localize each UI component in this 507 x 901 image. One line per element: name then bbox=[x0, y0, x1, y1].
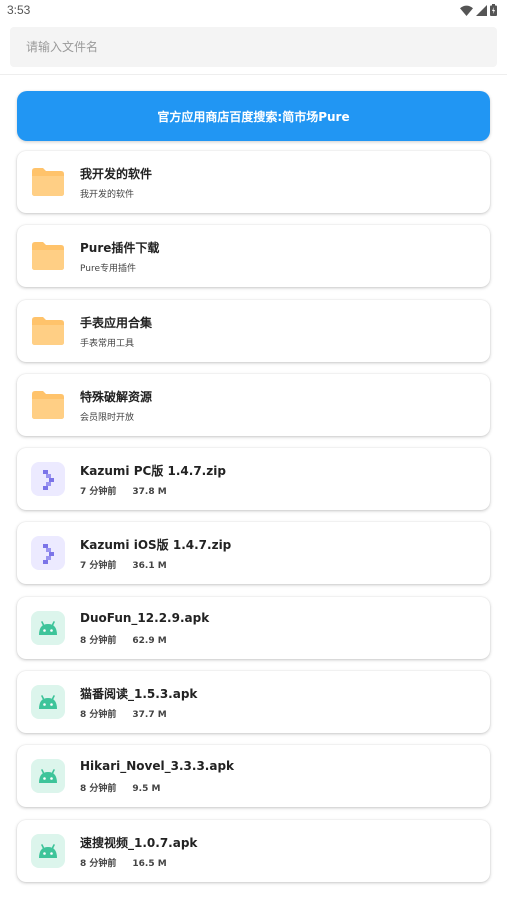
file-item[interactable]: 猫番阅读_1.5.3.apk 8 分钟前 37.7 M bbox=[17, 671, 490, 734]
file-time: 7 分钟前 bbox=[80, 487, 117, 498]
file-name: 猫番阅读_1.5.3.apk bbox=[80, 687, 198, 702]
file-item[interactable]: 速搜视频_1.0.7.apk 8 分钟前 16.5 M bbox=[17, 819, 490, 882]
folder-item[interactable]: 我开发的软件 我开发的软件 bbox=[17, 151, 490, 213]
folder-icon bbox=[31, 314, 65, 348]
folder-item[interactable]: Pure插件下载 Pure专用插件 bbox=[17, 225, 490, 288]
search-input[interactable] bbox=[24, 39, 483, 55]
folder-title: 特殊破解资源 bbox=[80, 389, 153, 404]
android-icon bbox=[31, 685, 65, 720]
header-divider bbox=[0, 74, 507, 75]
file-name: Hikari_Novel_3.3.3.apk bbox=[80, 759, 235, 774]
folder-item[interactable]: 特殊破解资源 会员限时开放 bbox=[17, 373, 490, 436]
android-icon bbox=[31, 759, 65, 794]
file-size: 9.5 M bbox=[132, 784, 161, 795]
battery-icon bbox=[490, 4, 497, 16]
file-item[interactable]: Hikari_Novel_3.3.3.apk 8 分钟前 9.5 M bbox=[17, 745, 490, 808]
file-time: 8 分钟前 bbox=[80, 784, 117, 795]
file-meta: 7 分钟前 37.8 M bbox=[80, 484, 167, 497]
file-name: Kazumi iOS版 1.4.7.zip bbox=[80, 538, 232, 553]
folder-icon bbox=[31, 165, 65, 199]
kazumi-icon bbox=[31, 536, 65, 571]
search-box[interactable] bbox=[10, 27, 497, 67]
store-banner-text: 官方应用商店百度搜索:简市场Pure bbox=[157, 109, 350, 124]
file-size: 62.9 M bbox=[132, 635, 167, 646]
file-meta: 8 分钟前 16.5 M bbox=[80, 856, 167, 869]
file-list: 我开发的软件 我开发的软件 Pure插件下载 Pure专用插件 手表应用合集 手… bbox=[17, 151, 490, 894]
file-size: 37.7 M bbox=[132, 710, 167, 721]
cellular-signal-icon bbox=[476, 4, 487, 16]
folder-subtitle: 手表常用工具 bbox=[80, 338, 135, 349]
file-time: 7 分钟前 bbox=[80, 561, 117, 572]
file-size: 16.5 M bbox=[132, 858, 167, 869]
file-time: 8 分钟前 bbox=[80, 710, 117, 721]
file-item[interactable]: Kazumi PC版 1.4.7.zip 7 分钟前 37.8 M bbox=[17, 448, 490, 511]
folder-icon bbox=[31, 239, 65, 273]
folder-title: Pure插件下载 bbox=[80, 241, 160, 256]
status-bar: 3:53 bbox=[0, 0, 507, 22]
file-name: Kazumi PC版 1.4.7.zip bbox=[80, 464, 226, 479]
file-meta: 7 分钟前 36.1 M bbox=[80, 558, 167, 571]
folder-title: 手表应用合集 bbox=[80, 315, 153, 330]
status-icons bbox=[460, 4, 497, 16]
file-meta: 8 分钟前 9.5 M bbox=[80, 781, 160, 794]
status-time: 3:53 bbox=[7, 3, 31, 17]
store-banner-button[interactable]: 官方应用商店百度搜索:简市场Pure bbox=[17, 91, 490, 141]
folder-icon bbox=[31, 388, 65, 422]
folder-subtitle: 我开发的软件 bbox=[80, 190, 135, 200]
file-meta: 8 分钟前 37.7 M bbox=[80, 707, 167, 720]
file-name: DuoFun_12.2.9.apk bbox=[80, 610, 210, 625]
folder-subtitle: 会员限时开放 bbox=[80, 412, 135, 423]
file-size: 37.8 M bbox=[132, 487, 167, 498]
folder-title: 我开发的软件 bbox=[80, 167, 153, 181]
android-icon bbox=[31, 610, 65, 645]
file-name: 速搜视频_1.0.7.apk bbox=[80, 835, 198, 850]
kazumi-icon bbox=[31, 462, 65, 497]
folder-item[interactable]: 手表应用合集 手表常用工具 bbox=[17, 299, 490, 362]
file-item[interactable]: Kazumi iOS版 1.4.7.zip 7 分钟前 36.1 M bbox=[17, 522, 490, 585]
wifi-icon bbox=[460, 5, 473, 16]
file-meta: 8 分钟前 62.9 M bbox=[80, 633, 167, 646]
file-size: 36.1 M bbox=[132, 561, 167, 572]
folder-subtitle: Pure专用插件 bbox=[80, 264, 137, 275]
file-time: 8 分钟前 bbox=[80, 858, 117, 869]
android-icon bbox=[31, 833, 65, 868]
file-time: 8 分钟前 bbox=[80, 635, 117, 646]
file-item[interactable]: DuoFun_12.2.9.apk 8 分钟前 62.9 M bbox=[17, 596, 490, 659]
